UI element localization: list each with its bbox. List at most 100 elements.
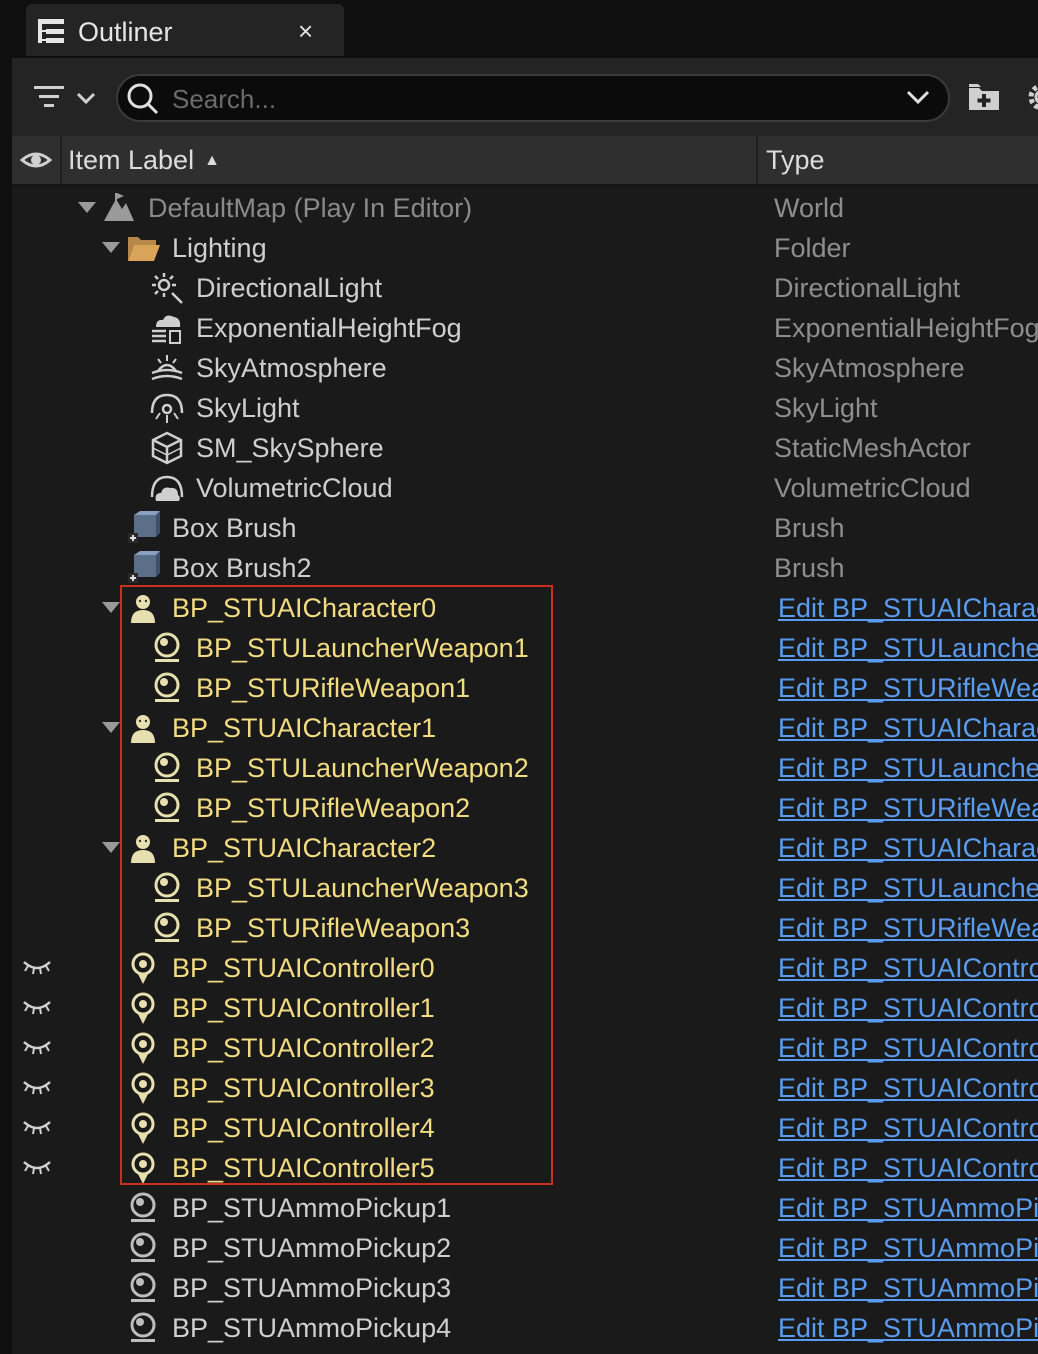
edit-blueprint-link[interactable]: Edit BP_STUAICharac: [778, 713, 1038, 744]
tree-row-directionallight[interactable]: DirectionalLight DirectionalLight: [12, 268, 1038, 308]
tree-row-ai-character[interactable]: BP_STUAICharacter1 Edit BP_STUAICharac: [12, 708, 1038, 748]
tree-row-weapon[interactable]: BP_STURifleWeapon3 Edit BP_STURifleWea: [12, 908, 1038, 948]
tree-row-weapon[interactable]: BP_STURifleWeapon2 Edit BP_STURifleWea: [12, 788, 1038, 828]
edit-blueprint-link[interactable]: Edit BP_STUAIControl: [778, 1113, 1038, 1144]
search-box[interactable]: [116, 74, 950, 122]
pickup-actor-icon: [129, 1232, 157, 1264]
filter-dropdown-button[interactable]: [32, 80, 114, 116]
search-input[interactable]: [170, 80, 874, 118]
hidden-eye-icon[interactable]: [22, 996, 52, 1020]
tree-row-ammo-pickup[interactable]: BP_STUAmmoPickup2 Edit BP_STUAmmoPic: [12, 1228, 1038, 1268]
tree-row-ai-controller[interactable]: BP_STUAIController5 Edit BP_STUAIControl: [12, 1148, 1038, 1188]
edit-blueprint-link[interactable]: Edit BP_STUAIControl: [778, 1153, 1038, 1184]
edit-blueprint-link[interactable]: Edit BP_STUAICharac: [778, 593, 1038, 624]
tree-row-weapon[interactable]: BP_STULauncherWeapon2 Edit BP_STULaunche…: [12, 748, 1038, 788]
tree-row-volumetriccloud[interactable]: VolumetricCloud VolumetricCloud: [12, 468, 1038, 508]
character-icon: [131, 595, 155, 623]
tree-row-box-brush[interactable]: Box Brush Brush: [12, 508, 1038, 548]
edit-blueprint-link[interactable]: Edit BP_STUAIControl: [778, 1033, 1038, 1064]
edit-blueprint-link[interactable]: Edit BP_STUAmmoPic: [778, 1193, 1038, 1224]
weapon-actor-icon: [153, 672, 181, 704]
edit-blueprint-link[interactable]: Edit BP_STUAIControl: [778, 953, 1038, 984]
tree-row-skylight[interactable]: SkyLight SkyLight: [12, 388, 1038, 428]
controller-icon: [131, 1112, 155, 1145]
settings-button[interactable]: [1024, 78, 1038, 116]
edit-blueprint-link[interactable]: Edit BP_STURifleWea: [778, 793, 1038, 824]
edit-blueprint-link[interactable]: Edit BP_STUAIControl: [778, 1073, 1038, 1104]
tree-row-sm-skysphere[interactable]: SM_SkySphere StaticMeshActor: [12, 428, 1038, 468]
tree-row-defaultmap[interactable]: DefaultMap (Play In Editor) World: [12, 188, 1038, 228]
tree-row-ammo-pickup[interactable]: BP_STUAmmoPickup4 Edit BP_STUAmmoPic: [12, 1308, 1038, 1348]
tab-outliner[interactable]: Outliner ×: [26, 4, 344, 56]
item-label: Box Brush2: [172, 553, 312, 583]
item-label: BP_STUAIController0: [172, 953, 435, 983]
edit-blueprint-link[interactable]: Edit BP_STURifleWea: [778, 673, 1038, 704]
item-label: BP_STURifleWeapon1: [196, 673, 471, 703]
item-label: BP_STUAIController2: [172, 1033, 435, 1063]
outliner-tree: DefaultMap (Play In Editor) World Lighti…: [12, 188, 1038, 1354]
weapon-actor-icon: [153, 752, 181, 784]
tree-row-weapon[interactable]: BP_STULauncherWeapon3 Edit BP_STULaunche…: [12, 868, 1038, 908]
item-label: BP_STULauncherWeapon2: [196, 753, 529, 783]
edit-blueprint-link[interactable]: Edit BP_STUAmmoPic: [778, 1313, 1038, 1344]
tree-row-ai-character[interactable]: BP_STUAICharacter2 Edit BP_STUAICharac: [12, 828, 1038, 868]
pickup-actor-icon: [129, 1272, 157, 1304]
hidden-eye-icon[interactable]: [22, 1036, 52, 1060]
item-label: SkyLight: [196, 393, 300, 423]
edit-blueprint-link[interactable]: Edit BP_STULauncher: [778, 753, 1038, 784]
directional-light-icon: [152, 273, 183, 304]
hidden-eye-icon[interactable]: [22, 956, 52, 980]
toolbar: [12, 58, 1038, 136]
controller-icon: [131, 1152, 155, 1185]
hidden-eye-icon[interactable]: [22, 1076, 52, 1100]
tree-row-box-brush2[interactable]: Box Brush2 Brush: [12, 548, 1038, 588]
add-folder-button[interactable]: [967, 80, 1001, 114]
visibility-column-header[interactable]: [12, 136, 62, 184]
weapon-actor-icon: [153, 792, 181, 824]
fog-icon: [152, 315, 181, 344]
edit-blueprint-link[interactable]: Edit BP_STUAmmoPic: [778, 1233, 1038, 1264]
item-type: ExponentialHeightFog: [774, 313, 1038, 343]
item-label: VolumetricCloud: [196, 473, 393, 503]
tree-row-lighting[interactable]: Lighting Folder: [12, 228, 1038, 268]
tree-row-ai-controller[interactable]: BP_STUAIController1 Edit BP_STUAIControl: [12, 988, 1038, 1028]
item-type: DirectionalLight: [774, 273, 961, 303]
controller-icon: [131, 1072, 155, 1105]
tree-row-ai-controller[interactable]: BP_STUAIController3 Edit BP_STUAIControl: [12, 1068, 1038, 1108]
tree-row-exponentialheightfog[interactable]: ExponentialHeightFog ExponentialHeightFo…: [12, 308, 1038, 348]
edit-blueprint-link[interactable]: Edit BP_STUAmmoPic: [778, 1273, 1038, 1304]
tree-row-ai-controller[interactable]: BP_STUAIController0 Edit BP_STUAIControl: [12, 948, 1038, 988]
tree-row-ai-controller[interactable]: BP_STUAIController2 Edit BP_STUAIControl: [12, 1028, 1038, 1068]
item-label: Box Brush: [172, 513, 297, 543]
item-label: BP_STUAmmoPickup3: [172, 1273, 452, 1303]
tab-bar: Outliner ×: [12, 0, 1038, 58]
tree-row-ai-controller[interactable]: BP_STUAIController4 Edit BP_STUAIControl: [12, 1108, 1038, 1148]
edit-blueprint-link[interactable]: Edit BP_STUAICharac: [778, 833, 1038, 864]
tree-row-weapon[interactable]: BP_STULauncherWeapon1 Edit BP_STULaunche…: [12, 628, 1038, 668]
item-label-column-header[interactable]: Item Label ▲: [68, 145, 220, 176]
column-divider[interactable]: [756, 136, 758, 184]
type-column-header[interactable]: Type: [766, 145, 825, 176]
weapon-actor-icon: [153, 632, 181, 664]
world-icon: [104, 193, 134, 221]
edit-blueprint-link[interactable]: Edit BP_STUAIControl: [778, 993, 1038, 1024]
hidden-eye-icon[interactable]: [22, 1156, 52, 1180]
item-type: SkyAtmosphere: [774, 353, 965, 383]
add-folder-icon: [969, 84, 999, 110]
brush-icon: [128, 551, 160, 583]
tree-row-ai-character[interactable]: BP_STUAICharacter0 Edit BP_STUAICharac: [12, 588, 1038, 628]
item-label: SkyAtmosphere: [196, 353, 387, 383]
close-icon[interactable]: ×: [298, 16, 313, 47]
edit-blueprint-link[interactable]: Edit BP_STULauncher: [778, 873, 1038, 904]
item-label: BP_STUAICharacter1: [172, 713, 437, 743]
tree-row-ammo-pickup[interactable]: BP_STUAmmoPickup1 Edit BP_STUAmmoPic: [12, 1188, 1038, 1228]
edit-blueprint-link[interactable]: Edit BP_STURifleWea: [778, 913, 1038, 944]
item-type: World: [774, 193, 845, 223]
item-label: BP_STULauncherWeapon1: [196, 633, 529, 663]
edit-blueprint-link[interactable]: Edit BP_STULauncher: [778, 633, 1038, 664]
tree-row-skyatmosphere[interactable]: SkyAtmosphere SkyAtmosphere: [12, 348, 1038, 388]
tree-row-weapon[interactable]: BP_STURifleWeapon1 Edit BP_STURifleWea: [12, 668, 1038, 708]
tree-row-ammo-pickup[interactable]: BP_STUAmmoPickup3 Edit BP_STUAmmoPic: [12, 1268, 1038, 1308]
chevron-down-icon[interactable]: [906, 88, 930, 111]
hidden-eye-icon[interactable]: [22, 1116, 52, 1140]
